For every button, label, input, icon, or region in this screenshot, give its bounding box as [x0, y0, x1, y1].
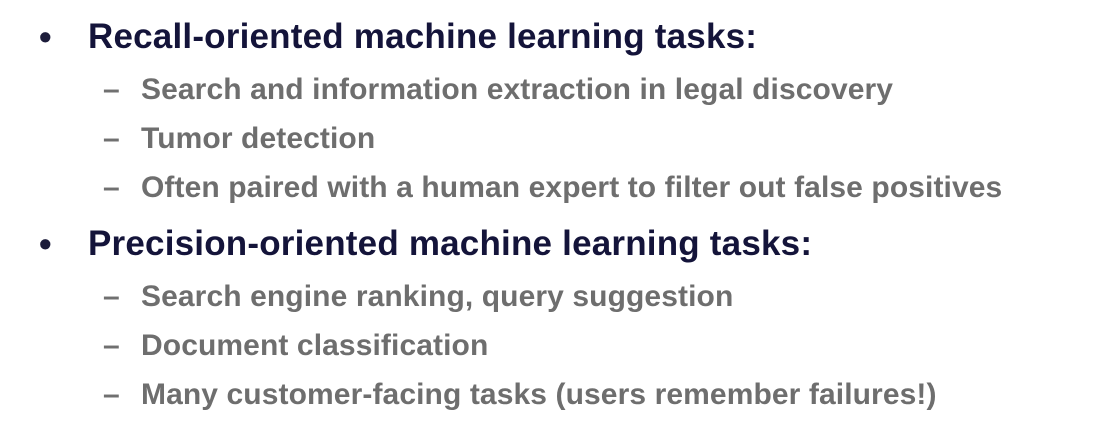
list-item-text: Document classification: [141, 329, 489, 362]
precision-sub-list: – Search engine ranking, query suggestio…: [0, 272, 1105, 419]
list-item-text: Tumor detection: [141, 122, 376, 155]
list-item: – Search engine ranking, query suggestio…: [0, 272, 1105, 321]
slide: • Recall-oriented machine learning tasks…: [0, 0, 1105, 440]
list-item: – Often paired with a human expert to fi…: [0, 163, 1105, 212]
recall-heading: Recall-oriented machine learning tasks:: [88, 17, 758, 56]
dash-icon: –: [103, 122, 120, 155]
dash-icon: –: [103, 378, 120, 411]
bullet-icon: •: [39, 223, 52, 264]
dash-icon: –: [103, 73, 120, 106]
list-item-text: Often paired with a human expert to filt…: [141, 171, 1003, 204]
list-item: – Document classification: [0, 321, 1105, 370]
list-item: – Tumor detection: [0, 114, 1105, 163]
recall-bullet: • Recall-oriented machine learning tasks…: [0, 12, 1105, 62]
list-item: – Many customer-facing tasks (users reme…: [0, 370, 1105, 419]
bullet-icon: •: [39, 16, 52, 57]
dash-icon: –: [103, 280, 120, 313]
recall-section: • Recall-oriented machine learning tasks…: [0, 12, 1105, 212]
dash-icon: –: [103, 329, 120, 362]
list-item-text: Many customer-facing tasks (users rememb…: [141, 378, 937, 411]
precision-section: • Precision-oriented machine learning ta…: [0, 219, 1105, 419]
list-item-text: Search and information extraction in leg…: [141, 73, 894, 106]
precision-heading: Precision-oriented machine learning task…: [88, 224, 813, 263]
dash-icon: –: [103, 171, 120, 204]
precision-bullet: • Precision-oriented machine learning ta…: [0, 219, 1105, 269]
recall-sub-list: – Search and information extraction in l…: [0, 65, 1105, 212]
list-item-text: Search engine ranking, query suggestion: [141, 280, 734, 313]
list-item: – Search and information extraction in l…: [0, 65, 1105, 114]
